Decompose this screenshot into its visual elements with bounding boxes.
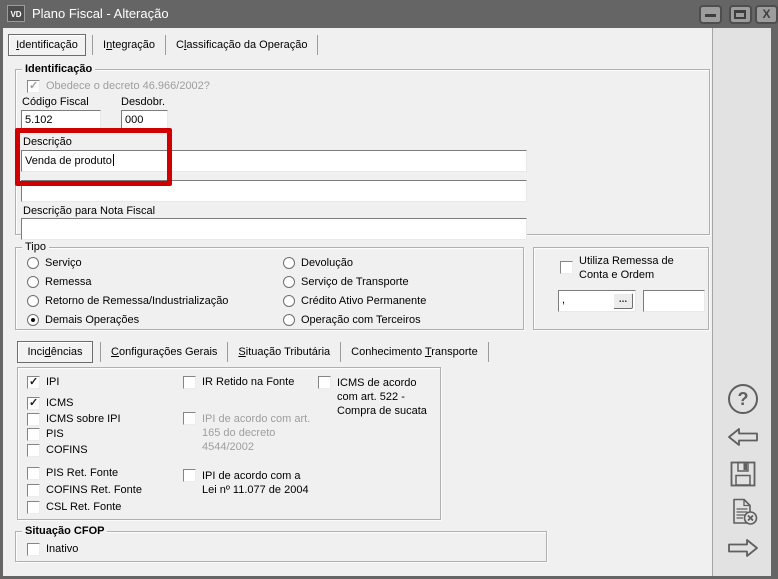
text-caret: [112, 154, 114, 166]
descricao-field[interactable]: Venda de produto: [21, 150, 527, 172]
checkbox-ipi-lei-11077-label[interactable]: IPI de acordo com a Lei nº 11.077 de 200…: [202, 469, 310, 497]
subtab-incidencias[interactable]: Inci d ências: [17, 340, 93, 363]
checkbox-icms-sobre-ipi[interactable]: [27, 413, 40, 426]
checkbox-inativo-label[interactable]: Inativo: [46, 543, 78, 556]
arrow-right-icon: [728, 539, 758, 557]
checkbox-icms-sobre-ipi-label[interactable]: ICMS sobre IPI: [46, 413, 121, 426]
descricao-value: Venda de produto: [25, 155, 112, 167]
group-identificacao-label: Identificação: [22, 62, 96, 76]
browse-ellipsis-button[interactable]: ...: [613, 293, 633, 309]
tab-classificacao-operacao[interactable]: Classificação da Operação: [166, 39, 317, 51]
side-toolbar-panel: [712, 28, 771, 576]
utiliza-remessa-label[interactable]: Utiliza Remessa de Conta e Ordem: [579, 254, 701, 282]
back-button[interactable]: [727, 427, 759, 447]
descricao-nota-fiscal-field[interactable]: [21, 218, 527, 240]
radio-demais-operacoes-label[interactable]: Demais Operações: [45, 314, 139, 327]
save-button[interactable]: [730, 461, 756, 487]
group-situacao-cfop-label: Situação CFOP: [22, 524, 108, 538]
window-title: Plano Fiscal - Alteração: [32, 6, 169, 21]
radio-retorno-remessa[interactable]: [27, 295, 39, 307]
radio-servico-transporte-label[interactable]: Serviço de Transporte: [301, 276, 409, 289]
checkbox-ipi-art165[interactable]: [183, 412, 196, 425]
codigo-fiscal-label: Código Fiscal: [22, 96, 89, 108]
help-button[interactable]: ?: [728, 384, 758, 414]
close-button[interactable]: X: [755, 5, 778, 24]
radio-servico[interactable]: [27, 257, 39, 269]
radio-devolucao[interactable]: [283, 257, 295, 269]
descricao-label: Descrição: [23, 136, 72, 148]
floppy-disk-icon: [730, 461, 756, 487]
remessa-code-value: ,: [562, 294, 566, 306]
forward-button[interactable]: [727, 538, 759, 558]
tab-integracao[interactable]: Integração: [93, 39, 165, 51]
checkbox-icms[interactable]: [27, 396, 40, 410]
checkbox-pis-label[interactable]: PIS: [46, 428, 64, 441]
cancel-document-button[interactable]: [730, 498, 758, 525]
desdobr-field[interactable]: 000: [121, 110, 168, 131]
subtab-separator: [487, 341, 489, 362]
group-situacao-cfop: Situação CFOP: [15, 524, 547, 562]
title-bar: VD Plano Fiscal - Alteração X: [0, 0, 778, 28]
checkbox-ipi[interactable]: [27, 375, 40, 389]
radio-remessa-label[interactable]: Remessa: [45, 276, 91, 289]
subtab-conhecimento-transporte[interactable]: Conhecimento Transporte: [341, 346, 488, 358]
checkbox-icms-label[interactable]: ICMS: [46, 397, 74, 410]
app-icon: VD: [7, 5, 25, 22]
minimize-icon: [705, 14, 716, 17]
checkbox-cofins[interactable]: [27, 444, 40, 457]
obedece-decreto-label: Obedece o decreto 46.966/2002?: [46, 80, 210, 92]
descricao-field-2[interactable]: [21, 180, 527, 202]
radio-demais-operacoes[interactable]: [27, 314, 39, 326]
maximize-icon: [734, 10, 746, 19]
checkbox-ipi-label[interactable]: IPI: [46, 376, 59, 389]
radio-credito-ativo-label[interactable]: Crédito Ativo Permanente: [301, 295, 426, 308]
checkbox-csl-ret-fonte[interactable]: [27, 501, 40, 514]
radio-servico-transporte[interactable]: [283, 276, 295, 288]
radio-devolucao-label[interactable]: Devolução: [301, 257, 353, 270]
checkbox-icms-art522-label[interactable]: ICMS de acordo com art. 522 - Compra de …: [337, 376, 437, 418]
checkbox-ipi-lei-11077[interactable]: [183, 469, 196, 482]
radio-remessa[interactable]: [27, 276, 39, 288]
obedece-decreto-checkbox[interactable]: [27, 79, 40, 93]
radio-operacao-terceiros[interactable]: [283, 314, 295, 326]
subtab-configuracoes-gerais[interactable]: Configurações Gerais: [101, 346, 227, 358]
minimize-button[interactable]: [699, 5, 722, 24]
codigo-fiscal-field[interactable]: 5.102: [21, 110, 101, 131]
radio-operacao-terceiros-label[interactable]: Operação com Terceiros: [301, 314, 421, 327]
checkbox-inativo[interactable]: [27, 543, 40, 556]
group-tipo-label: Tipo: [22, 240, 49, 254]
remessa-extra-field[interactable]: [643, 290, 705, 312]
checkbox-ir-retido-fonte-label[interactable]: IR Retido na Fonte: [202, 376, 294, 389]
remessa-code-combo[interactable]: , ...: [558, 290, 636, 312]
checkbox-cofins-ret-fonte[interactable]: [27, 484, 40, 497]
radio-credito-ativo[interactable]: [283, 295, 295, 307]
checkbox-icms-art522[interactable]: [318, 376, 331, 389]
utiliza-remessa-checkbox[interactable]: [560, 261, 573, 274]
checkbox-cofins-ret-fonte-label[interactable]: COFINS Ret. Fonte: [46, 484, 142, 497]
descricao-nota-fiscal-label: Descrição para Nota Fiscal: [23, 205, 156, 217]
desdobr-label: Desdobr.: [121, 96, 166, 108]
checkbox-pis[interactable]: [27, 428, 40, 441]
subtab-situacao-tributaria[interactable]: Situação Tributária: [228, 346, 340, 358]
checkbox-pis-ret-fonte[interactable]: [27, 467, 40, 480]
checkbox-csl-ret-fonte-label[interactable]: CSL Ret. Fonte: [46, 501, 121, 514]
tab-separator: [317, 34, 319, 55]
tab-identificacao[interactable]: Identificação: [8, 33, 86, 56]
document-delete-icon: [733, 498, 758, 525]
arrow-left-icon: [728, 428, 758, 446]
radio-servico-label[interactable]: Serviço: [45, 257, 82, 270]
checkbox-cofins-label[interactable]: COFINS: [46, 444, 88, 457]
checkbox-pis-ret-fonte-label[interactable]: PIS Ret. Fonte: [46, 467, 118, 480]
checkbox-ipi-art165-label: IPI de acordo com art. 165 do decreto 45…: [202, 413, 311, 453]
checkbox-ir-retido-fonte[interactable]: [183, 376, 196, 389]
help-icon: ?: [737, 389, 749, 409]
dialog-window: VD Plano Fiscal - Alteração X Identifica…: [0, 0, 778, 579]
radio-retorno-remessa-label[interactable]: Retorno de Remessa/Industrialização: [45, 295, 228, 308]
close-icon: X: [762, 7, 771, 21]
maximize-button[interactable]: [729, 5, 752, 24]
